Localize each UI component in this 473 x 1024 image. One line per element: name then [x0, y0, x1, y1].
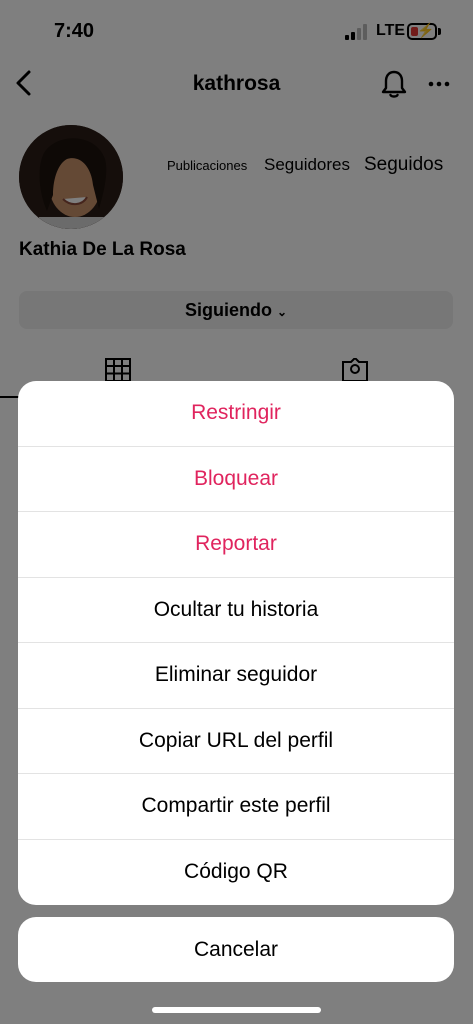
cancel-button[interactable]: Cancelar [18, 917, 454, 982]
copy-profile-url-option[interactable]: Copiar URL del perfil [18, 709, 454, 774]
hide-story-option[interactable]: Ocultar tu historia [18, 578, 454, 643]
share-profile-option[interactable]: Compartir este perfil [18, 774, 454, 840]
block-option[interactable]: Bloquear [18, 447, 454, 512]
restrict-option[interactable]: Restringir [18, 381, 454, 447]
report-option[interactable]: Reportar [18, 512, 454, 578]
action-sheet: Restringir Bloquear Reportar Ocultar tu … [18, 381, 454, 905]
remove-follower-option[interactable]: Eliminar seguidor [18, 643, 454, 709]
home-indicator[interactable] [152, 1007, 321, 1013]
qr-code-option[interactable]: Código QR [18, 840, 454, 906]
